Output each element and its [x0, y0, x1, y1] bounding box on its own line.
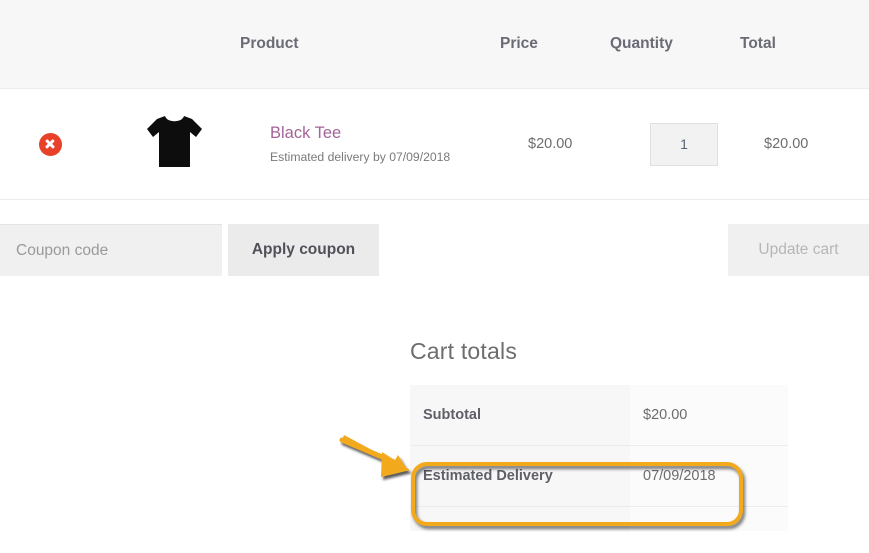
- coupon-code-input[interactable]: [0, 224, 222, 276]
- column-header-product: Product: [240, 0, 500, 89]
- cart-item-row: Black Tee Estimated delivery by 07/09/20…: [0, 88, 869, 200]
- column-header-remove: [0, 0, 100, 89]
- column-header-thumbnail: [100, 0, 240, 89]
- apply-coupon-button[interactable]: Apply coupon: [228, 224, 379, 276]
- subtotal-value: $20.00: [630, 385, 788, 446]
- column-header-total: Total: [740, 0, 869, 89]
- cart-actions-row: Apply coupon Update cart: [0, 224, 869, 276]
- partial-row-label: [410, 506, 630, 531]
- cart-totals-row-subtotal: Subtotal $20.00: [410, 385, 788, 446]
- column-header-quantity: Quantity: [610, 0, 740, 89]
- remove-item-icon[interactable]: [38, 132, 62, 156]
- cart-totals-section: Cart totals Subtotal $20.00 Estimated De…: [410, 338, 869, 531]
- partial-row-value: [630, 506, 788, 531]
- column-header-price: Price: [500, 0, 610, 89]
- cart-totals-table: Subtotal $20.00 Estimated Delivery 07/09…: [410, 385, 788, 531]
- estimated-delivery-label: Estimated Delivery: [410, 445, 630, 507]
- quantity-input[interactable]: [650, 122, 718, 166]
- remove-item-cell: [0, 88, 100, 200]
- cart-totals-row-estimated-delivery: Estimated Delivery 07/09/2018: [410, 445, 788, 507]
- product-thumbnail-cell: [100, 88, 240, 200]
- product-quantity-cell: [610, 88, 740, 200]
- product-total-cell: $20.00: [740, 88, 869, 200]
- cart-totals-heading: Cart totals: [410, 338, 518, 364]
- cart-totals-row-partial: [410, 506, 788, 531]
- cart-header-row: Product Price Quantity Total: [0, 0, 869, 89]
- estimated-delivery-value: 07/09/2018: [630, 445, 788, 507]
- update-cart-button[interactable]: Update cart: [728, 224, 869, 276]
- subtotal-label: Subtotal: [410, 385, 630, 446]
- tshirt-icon[interactable]: [141, 106, 208, 177]
- product-info-cell: Black Tee Estimated delivery by 07/09/20…: [240, 88, 500, 200]
- cart-table-header: Product Price Quantity Total: [0, 0, 869, 89]
- product-price-cell: $20.00: [500, 88, 610, 200]
- cart-table-body: Black Tee Estimated delivery by 07/09/20…: [0, 88, 869, 200]
- estimated-delivery-meta: Estimated delivery by 07/09/2018: [270, 150, 451, 164]
- product-name-link[interactable]: Black Tee: [270, 123, 500, 143]
- cart-items-table: Product Price Quantity Total Black Tee E: [0, 0, 869, 200]
